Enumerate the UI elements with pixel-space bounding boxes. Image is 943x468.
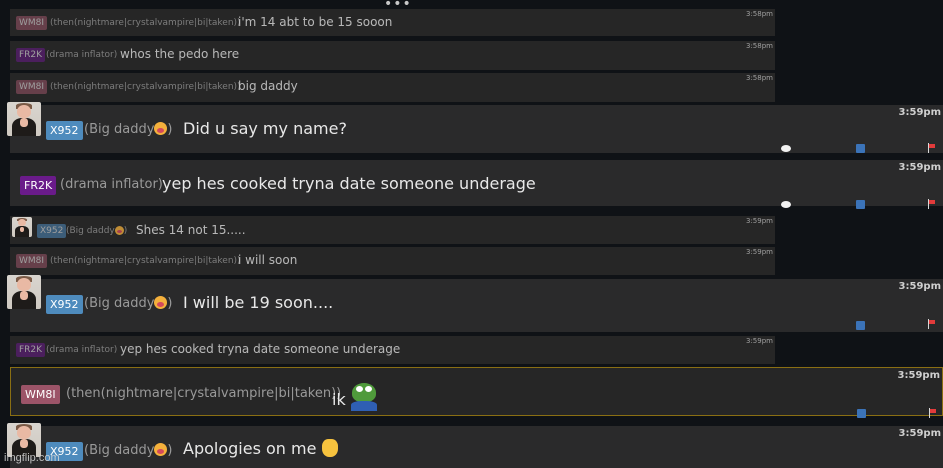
avatar[interactable]: [7, 102, 41, 136]
message-text: i'm 14 abt to be 15 sooon: [238, 15, 393, 29]
user-tag[interactable]: WM8I: [16, 16, 48, 30]
timestamp: 3:59pm: [897, 370, 940, 381]
timestamp: 3:58pm: [746, 74, 773, 82]
message-text: I will be 19 soon....: [183, 293, 334, 312]
username-text: (Big daddy: [84, 122, 155, 137]
raised-hand-emoji: [321, 439, 338, 457]
username[interactable]: (Big daddy): [84, 296, 172, 311]
username-end: ): [167, 122, 173, 137]
username[interactable]: (drama inflator): [60, 177, 163, 192]
imgflip-watermark: imgflip.com: [4, 452, 60, 464]
message-text: ik: [332, 383, 377, 411]
user-tag[interactable]: X952: [37, 224, 67, 238]
username[interactable]: (drama inflator): [46, 50, 117, 60]
message-text: Did u say my name?: [183, 119, 347, 138]
avatar[interactable]: [7, 275, 41, 309]
drooling-face-emoji: [154, 122, 168, 135]
username-text: (Big daddy: [66, 226, 115, 236]
user-tag[interactable]: FR2K: [16, 48, 46, 62]
quote-icon[interactable]: [856, 321, 865, 330]
message-text: Apologies on me: [183, 439, 338, 458]
avatar[interactable]: [12, 217, 32, 237]
message-text-content: ik: [332, 390, 346, 409]
report-flag-icon[interactable]: [927, 199, 936, 209]
timestamp: 3:59pm: [746, 248, 773, 256]
report-flag-icon[interactable]: [927, 143, 936, 153]
username-end: ): [167, 443, 173, 458]
username-text: (Big daddy: [84, 296, 155, 311]
timestamp: 3:59pm: [746, 337, 773, 345]
quote-icon[interactable]: [856, 200, 865, 209]
report-flag-icon[interactable]: [927, 319, 936, 329]
username-text: (Big daddy: [84, 443, 155, 458]
message-row[interactable]: WM8I (then(nightmare|crystalvampire|bi|t…: [10, 247, 775, 275]
reply-bubble-icon[interactable]: [781, 201, 791, 208]
user-tag[interactable]: WM8I: [21, 385, 60, 404]
username[interactable]: (Big daddy): [84, 443, 172, 458]
drooling-face-emoji: [154, 296, 168, 309]
message-row-highlighted[interactable]: WM8I (then(nightmare|crystalvampire|bi|t…: [10, 367, 943, 418]
timestamp: 3:58pm: [746, 10, 773, 18]
report-flag-icon[interactable]: [928, 408, 937, 418]
message-text: Shes 14 not 15.....: [136, 223, 246, 237]
message-row[interactable]: WM8I (then(nightmare|crystalvampire|bi|t…: [10, 73, 775, 102]
message-text: yep hes cooked tryna date someone undera…: [120, 342, 401, 356]
username-end: ): [123, 226, 128, 236]
username[interactable]: (drama inflator): [46, 345, 117, 355]
pepe-frog-emoji: [350, 383, 377, 411]
message-text-content: Apologies on me: [183, 439, 317, 458]
message-row[interactable]: FR2K (drama inflator) whos the pedo here…: [10, 41, 775, 70]
message-row[interactable]: X952 (Big daddy) Did u say my name? 3:59…: [7, 102, 943, 153]
timestamp: 3:59pm: [898, 107, 941, 118]
chat-feed: ••• WM8I (then(nightmare|crystalvampire|…: [0, 0, 943, 468]
message-text: whos the pedo here: [120, 47, 240, 61]
drooling-face-emoji: [154, 443, 168, 456]
timestamp: 3:59pm: [898, 428, 941, 439]
user-tag[interactable]: X952: [46, 121, 83, 140]
message-text: big daddy: [238, 79, 298, 93]
username-end: ): [167, 296, 173, 311]
user-tag[interactable]: X952: [46, 295, 83, 314]
timestamp: 3:59pm: [898, 162, 941, 173]
user-tag[interactable]: FR2K: [20, 176, 57, 195]
drooling-face-emoji: [114, 226, 124, 235]
username[interactable]: (then(nightmare|crystalvampire|bi|taken)…: [66, 386, 341, 401]
quote-icon[interactable]: [856, 144, 865, 153]
message-text: i will soon: [238, 253, 298, 267]
username[interactable]: (Big daddy): [66, 226, 127, 236]
message-row[interactable]: X952 (Big daddy) Shes 14 not 15..... 3:5…: [10, 216, 775, 244]
message-text: yep hes cooked tryna date someone undera…: [162, 174, 536, 193]
timestamp: 3:59pm: [746, 217, 773, 225]
message-row[interactable]: X952 (Big daddy) Apologies on me 3:59pm: [7, 423, 943, 468]
message-row[interactable]: X952 (Big daddy) I will be 19 soon.... 3…: [7, 275, 943, 332]
timestamp: 3:58pm: [746, 42, 773, 50]
quote-icon[interactable]: [857, 409, 866, 418]
user-tag[interactable]: FR2K: [16, 343, 46, 357]
timestamp: 3:59pm: [898, 281, 941, 292]
username[interactable]: (Big daddy): [84, 122, 172, 137]
username[interactable]: (then(nightmare|crystalvampire|bi|taken)…: [50, 82, 241, 92]
message-row[interactable]: FR2K (drama inflator) yep hes cooked try…: [10, 160, 943, 209]
message-row[interactable]: WM8I (then(nightmare|crystalvampire|bi|t…: [10, 9, 775, 36]
reply-bubble-icon[interactable]: [781, 145, 791, 152]
user-tag[interactable]: WM8I: [16, 80, 48, 94]
username[interactable]: (then(nightmare|crystalvampire|bi|taken)…: [50, 18, 241, 28]
message-row[interactable]: FR2K (drama inflator) yep hes cooked try…: [10, 336, 775, 364]
username[interactable]: (then(nightmare|crystalvampire|bi|taken)…: [50, 256, 241, 266]
user-tag[interactable]: WM8I: [16, 254, 48, 268]
